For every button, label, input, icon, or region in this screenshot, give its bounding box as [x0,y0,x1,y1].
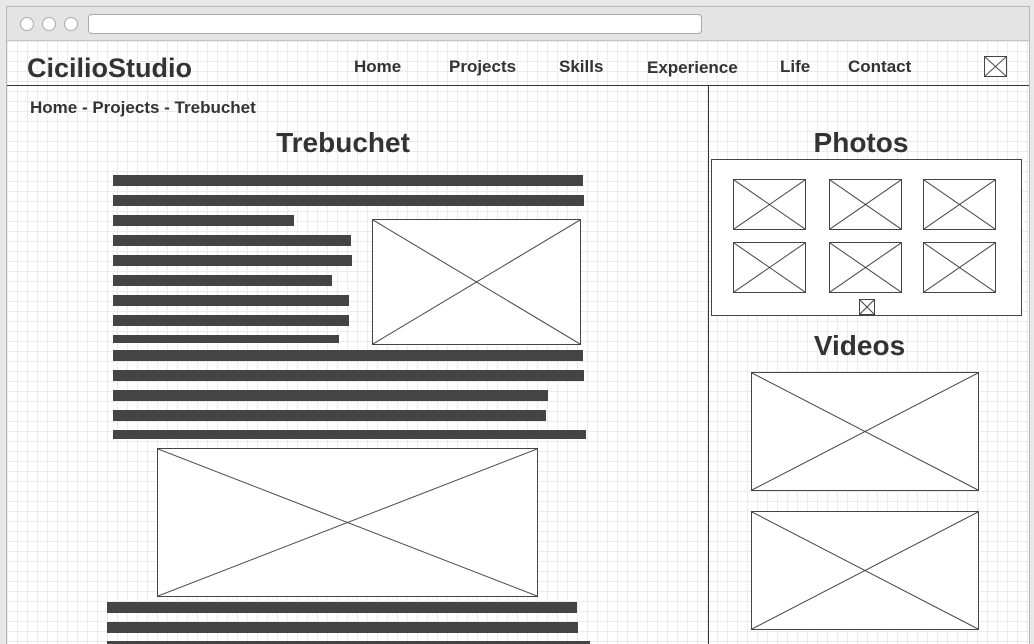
text-line [107,602,577,613]
text-line [113,370,584,381]
breadcrumb-separator: - [77,98,93,117]
photo-thumbnail[interactable] [829,179,902,230]
breadcrumb-separator: - [159,98,175,117]
hero-image-placeholder [157,448,538,597]
browser-window: CicilioStudio Home Projects Skills Exper… [6,6,1030,644]
nav-life[interactable]: Life [780,57,810,77]
content-image-placeholder [372,219,581,345]
text-line [107,622,578,633]
photo-thumbnail[interactable] [923,242,996,293]
video-placeholder[interactable] [751,511,979,630]
text-line [113,410,546,421]
text-line [113,315,349,326]
text-line [113,275,332,286]
nav-home[interactable]: Home [354,57,401,77]
text-line [113,235,351,246]
gallery-more-icon[interactable] [859,299,875,315]
breadcrumb-projects[interactable]: Projects [92,98,159,117]
nav-experience[interactable]: Experience [647,58,738,78]
header-divider [7,85,1029,86]
nav-skills[interactable]: Skills [559,57,603,77]
text-line [113,350,583,361]
photo-thumbnail[interactable] [829,242,902,293]
photos-heading: Photos [813,127,909,158]
breadcrumb-current: Trebuchet [174,98,256,117]
sidebar-divider [708,86,709,644]
photo-thumbnail[interactable] [733,242,806,293]
text-line [113,295,349,306]
text-line [113,255,352,266]
window-close-dot[interactable] [20,17,34,31]
nav-contact[interactable]: Contact [848,57,911,77]
menu-image-icon[interactable] [984,56,1007,77]
text-line [113,390,548,401]
text-line [113,215,294,226]
text-line [113,175,583,186]
window-minimize-dot[interactable] [42,17,56,31]
video-placeholder[interactable] [751,372,979,491]
breadcrumb-home[interactable]: Home [30,98,77,117]
photo-thumbnail[interactable] [733,179,806,230]
text-line [113,430,586,439]
photo-thumbnail[interactable] [923,179,996,230]
window-maximize-dot[interactable] [64,17,78,31]
browser-toolbar [7,7,1029,41]
site-logo[interactable]: CicilioStudio [27,53,192,84]
nav-projects[interactable]: Projects [449,57,516,77]
page-title: Trebuchet [276,127,410,158]
videos-heading: Videos [813,330,906,361]
breadcrumb: Home - Projects - Trebuchet [30,98,256,118]
text-line [113,195,584,206]
page-canvas: CicilioStudio Home Projects Skills Exper… [7,41,1029,644]
address-bar[interactable] [88,14,702,34]
text-line [113,335,339,343]
